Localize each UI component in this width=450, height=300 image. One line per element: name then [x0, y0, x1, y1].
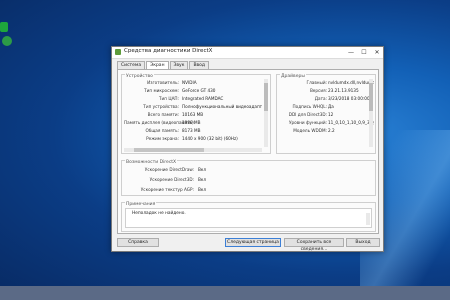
driver-row-value: 23.21.13.9135 — [328, 88, 359, 93]
device-row-key: Изготовитель: — [147, 80, 179, 85]
directx-features-group: Возможности DirectX Ускорение DirectDraw… — [121, 160, 376, 196]
device-row-key: Режим экрана: — [146, 136, 179, 141]
driver-row-value: 12 — [328, 112, 334, 117]
driver-row-value: nvldumdx.dll,nvldumdx.dll,nvldumdx.dll — [328, 80, 374, 85]
driver-row-key: Главный: — [306, 80, 327, 85]
title-bar[interactable]: Средства диагностики DirectX — ☐ ✕ — [112, 47, 383, 59]
close-icon[interactable]: ✕ — [371, 47, 383, 58]
driver-row-value: 2.2 — [328, 128, 335, 133]
device-row-value: 1440 x 900 (32 bit) (60Hz) — [182, 136, 238, 141]
device-row-value: NVIDIA — [182, 80, 197, 85]
notes-textbox[interactable]: Неполадок не найдено. — [125, 208, 372, 228]
scrollbar-thumb[interactable] — [369, 83, 373, 111]
tab-strip: Система Экран Звук Ввод — [117, 61, 210, 70]
dx-row-value: Вкл — [198, 177, 207, 182]
scrollbar-thumb[interactable] — [134, 148, 204, 152]
driver-row-value: 11_0,10_1,10_0,9_3,9_2,9_1 — [328, 120, 374, 125]
device-row-value: GeForce GT 430 — [182, 88, 216, 93]
scrollbar-thumb[interactable] — [264, 83, 268, 111]
notes-scrollbar[interactable] — [366, 213, 370, 225]
dx-row-key: Ускорение текстур AGP: — [140, 187, 194, 192]
dx-row-value: Вкл — [198, 187, 207, 192]
device-row-value: 10163 MB — [182, 112, 204, 117]
minimize-icon[interactable]: — — [345, 47, 357, 58]
drivers-group: Драйверы Главный:nvldumdx.dll,nvldumdx.d… — [276, 74, 376, 154]
dx-row-key: Ускорение Direct3D: — [149, 177, 194, 182]
drivers-group-title: Драйверы — [280, 74, 306, 79]
tab-system[interactable]: Система — [117, 61, 146, 69]
device-row-value: 8173 MB — [182, 128, 201, 133]
desktop-app-icon[interactable] — [0, 22, 14, 50]
next-page-button[interactable]: Следующая страница — [225, 238, 281, 247]
device-group: Устройство Изготовитель: NVIDIA Тип микрос… — [121, 74, 271, 154]
device-row-value: 1989 MB — [182, 120, 201, 125]
directx-features-title: Возможности DirectX — [125, 160, 178, 165]
notes-title: Примечания — [125, 202, 157, 207]
dx-row-value: Вкл — [198, 167, 207, 172]
device-row-value: Полнофункциональный видеоадаптер — [182, 104, 262, 109]
device-row-key: Общая память: — [145, 128, 179, 133]
device-row-key: Тип устройства: — [143, 104, 179, 109]
device-row-key: Тип микросхем: — [144, 88, 179, 93]
device-vertical-scrollbar[interactable] — [264, 79, 268, 147]
display-tab-panel: Устройство Изготовитель: NVIDIA Тип микрос… — [117, 69, 379, 234]
device-row-key: Всего памяти: — [147, 112, 179, 117]
driver-row-key: DDI для Direct3D: — [288, 112, 327, 117]
driver-row-value: Да — [328, 104, 334, 109]
dxdiag-window: Средства диагностики DirectX — ☐ ✕ Систе… — [111, 46, 384, 252]
driver-row-key: Модель WDDM: — [293, 128, 327, 133]
device-row-key: Память дисплея (видеопамять): — [124, 120, 196, 125]
driver-row-key: Уровни функций: — [288, 120, 327, 125]
notes-line: Неполадок не найдено. — [132, 211, 186, 216]
taskbar — [0, 286, 450, 300]
help-button[interactable]: Справка — [117, 238, 159, 247]
save-all-info-button[interactable]: Сохранить все сведения... — [284, 238, 344, 252]
driver-row-key: Версия: — [309, 88, 327, 93]
dxdiag-app-icon — [115, 49, 121, 55]
device-group-title: Устройство — [125, 74, 154, 79]
driver-row-key: Подпись WHQL: — [292, 104, 328, 109]
dx-row-key: Ускорение DirectDraw: — [144, 167, 194, 172]
maximize-icon[interactable]: ☐ — [358, 47, 370, 58]
tab-input[interactable]: Ввод — [189, 61, 210, 69]
driver-row-value: 3/23/2018 03:00:00 — [328, 96, 370, 101]
device-row-key: Тип ЦАП: — [158, 96, 179, 101]
notes-group: Примечания Неполадок не найдено. — [121, 202, 376, 232]
tab-sound[interactable]: Звук — [169, 61, 189, 69]
exit-button[interactable]: Выход — [346, 238, 380, 247]
driver-row-key: Дата: — [314, 96, 327, 101]
device-horizontal-scrollbar[interactable] — [124, 148, 262, 152]
window-title: Средства диагностики DirectX — [124, 48, 213, 54]
device-row-value: Integrated RAMDAC — [182, 96, 224, 101]
drivers-vertical-scrollbar[interactable] — [369, 79, 373, 147]
